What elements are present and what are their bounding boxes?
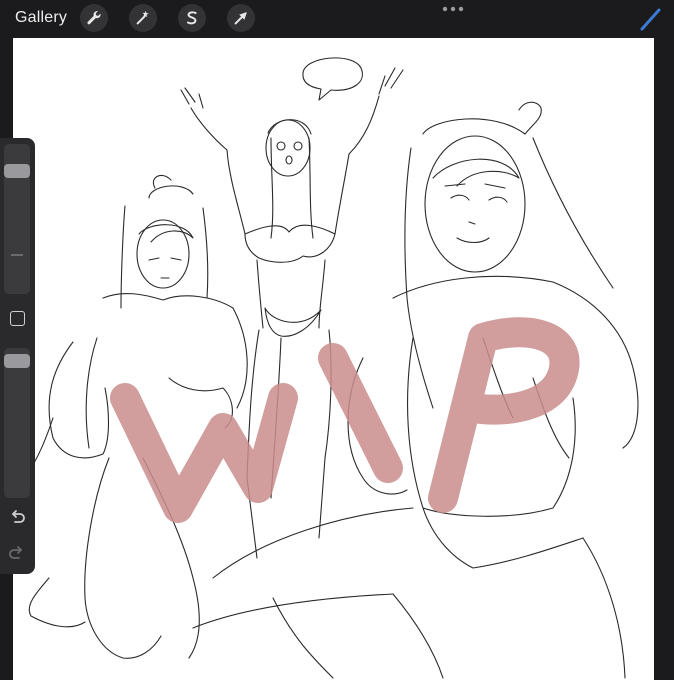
adjustments-button[interactable] [129, 4, 157, 32]
left-sidebar [0, 138, 35, 574]
wrench-icon [87, 11, 101, 25]
opacity-thumb[interactable] [4, 354, 30, 368]
magic-wand-icon [136, 10, 149, 25]
middle-figure [180, 67, 404, 559]
gallery-button[interactable]: Gallery [15, 9, 67, 27]
square-modify-icon[interactable] [10, 311, 25, 326]
brush-size-slider[interactable] [4, 144, 30, 294]
transform-button[interactable] [227, 4, 255, 32]
actions-button[interactable] [80, 4, 108, 32]
arrow-cursor-icon [234, 12, 247, 25]
speech-bubble [302, 57, 363, 101]
redo-icon[interactable] [7, 542, 27, 562]
opacity-slider[interactable] [4, 348, 30, 498]
drawing-canvas[interactable] [13, 38, 654, 680]
more-dots-icon[interactable] [438, 2, 468, 16]
selection-button[interactable] [178, 4, 206, 32]
slider-midpoint [11, 254, 23, 256]
wip-watermark [110, 317, 580, 523]
sketch-artwork [22, 57, 639, 679]
undo-icon[interactable] [7, 506, 27, 526]
brush-size-thumb[interactable] [4, 164, 30, 178]
brush-icon[interactable] [636, 4, 666, 34]
selection-s-icon [186, 11, 197, 25]
canvas-margin [654, 38, 674, 680]
top-toolbar: Gallery [0, 0, 674, 38]
